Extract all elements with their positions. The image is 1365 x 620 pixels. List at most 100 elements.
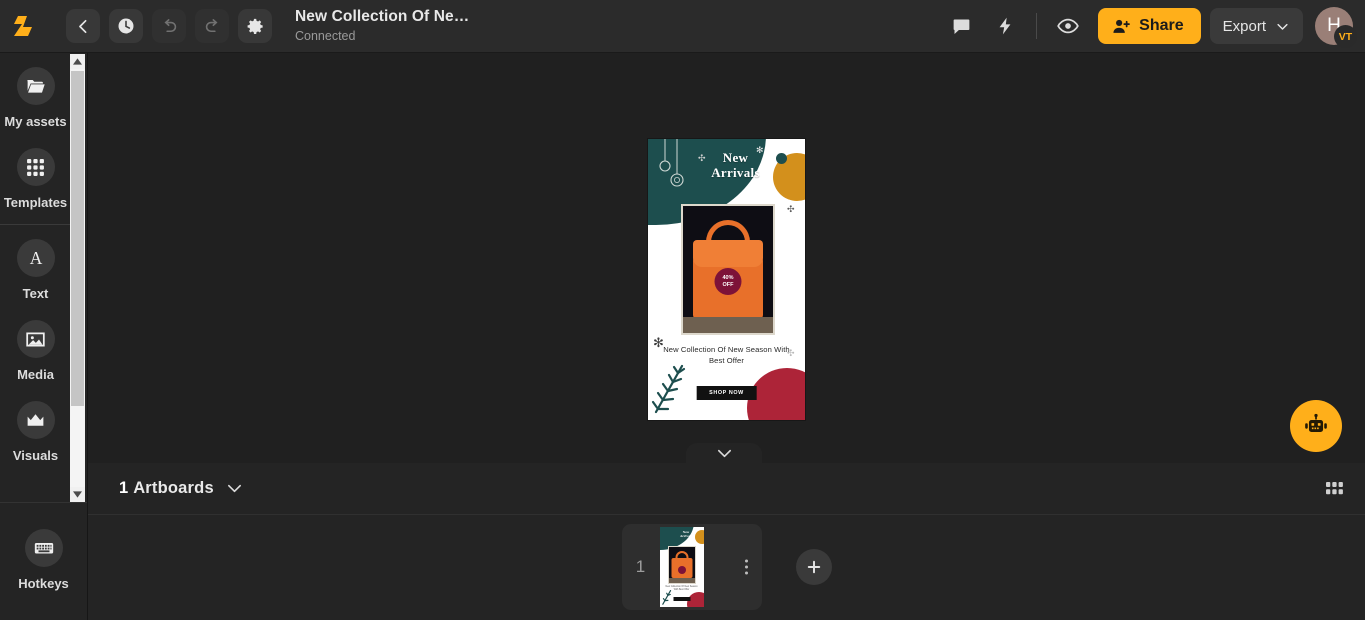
- app-logo[interactable]: [0, 0, 46, 53]
- artboard-number: 1: [635, 557, 646, 576]
- app-root: New Collection Of Ne… Connected Share Ex…: [0, 0, 1365, 620]
- add-artboard-button[interactable]: [795, 549, 832, 585]
- discount-off: OFF: [722, 281, 734, 288]
- export-label: Export: [1222, 17, 1266, 35]
- comment-icon: [953, 19, 970, 34]
- redo-button[interactable]: [195, 9, 229, 43]
- svg-text:A: A: [29, 248, 42, 268]
- chevron-down-icon: [717, 449, 731, 458]
- toolbar-divider: [1036, 13, 1038, 39]
- preview-button[interactable]: [1050, 8, 1086, 44]
- snowflake-icon-3: ✣: [787, 204, 795, 214]
- grid-icon: [16, 148, 55, 186]
- sidebar-label-my-assets: My assets: [4, 114, 67, 129]
- crown-icon: [16, 401, 55, 439]
- eye-icon: [1057, 18, 1079, 34]
- chevron-down-icon: [1277, 23, 1288, 30]
- sidebar-item-hotkeys[interactable]: Hotkeys: [8, 529, 79, 596]
- thumb-discount-badge: [677, 566, 686, 574]
- thumb-photo-floor: [668, 578, 695, 583]
- artboard-product-photo: 40% OFF: [681, 204, 775, 335]
- add-user-icon: [1113, 19, 1131, 33]
- artboards-count: 1 Artboards: [119, 479, 214, 498]
- history-button[interactable]: [109, 9, 143, 43]
- robot-icon: [1305, 413, 1327, 432]
- sidebar-items: My assets Templates A Text Media Visuals: [0, 53, 71, 468]
- design-canvas[interactable]: ✣ ✻ ✣ ✻ ✣ ✣ New Arrivals 40% OFF New Col…: [88, 53, 1365, 464]
- undo-icon: [164, 18, 176, 32]
- artboards-expand-button[interactable]: [226, 483, 243, 494]
- top-toolbar: New Collection Of Ne… Connected Share Ex…: [0, 0, 1365, 53]
- gear-icon: [247, 18, 263, 34]
- settings-button[interactable]: [238, 9, 272, 43]
- scrollbar-thumb[interactable]: [71, 71, 84, 406]
- sidebar-item-visuals[interactable]: Visuals: [0, 387, 71, 468]
- back-button[interactable]: [66, 9, 100, 43]
- artboards-header: 1 Artboards: [88, 463, 1365, 515]
- sidebar-scrollbar[interactable]: [70, 54, 85, 502]
- dot-3: [744, 571, 748, 575]
- share-button[interactable]: Share: [1098, 8, 1201, 44]
- avatar-badge: VT: [1334, 25, 1357, 48]
- lightning-icon: [999, 17, 1011, 35]
- panel-collapse-handle[interactable]: [686, 443, 762, 464]
- chevron-left-icon: [78, 19, 86, 33]
- sidebar-scroll-area: My assets Templates A Text Media Visuals: [0, 53, 87, 503]
- sidebar-label-media: Media: [17, 367, 54, 382]
- comments-button[interactable]: [943, 8, 979, 44]
- scroll-down-arrow[interactable]: [70, 487, 85, 502]
- plus-icon: [807, 560, 820, 574]
- thumb-product-photo: [667, 546, 696, 584]
- sidebar-item-text[interactable]: A Text: [0, 225, 71, 306]
- ai-assistant-button[interactable]: [1290, 400, 1342, 452]
- artboard-thumbnail[interactable]: New Arrivals New Collection Of New Seaso…: [659, 527, 704, 607]
- grid-view-button[interactable]: [1326, 482, 1343, 495]
- share-label: Share: [1139, 17, 1184, 34]
- clock-icon: [118, 18, 134, 34]
- text-a-icon: A: [16, 239, 55, 277]
- export-button[interactable]: Export: [1209, 8, 1303, 44]
- sidebar-item-templates[interactable]: Templates: [0, 134, 71, 215]
- topbar-actions: Share Export H VT: [939, 0, 1365, 53]
- artboard-heading-line-1: New: [722, 150, 749, 165]
- thumb-pine-branch: [661, 590, 671, 605]
- undo-button[interactable]: [152, 9, 186, 43]
- sidebar-label-templates: Templates: [3, 195, 68, 210]
- grid-icon: [1326, 482, 1343, 495]
- sidebar-bottom-section: Hotkeys: [0, 503, 87, 620]
- bag-flap: [693, 240, 763, 267]
- sidebar-item-my-assets[interactable]: My assets: [0, 53, 71, 134]
- connection-status: Connected: [295, 29, 356, 44]
- artboard-thumbnail-card[interactable]: 1 New Arrivals New Collection Of New Sea…: [621, 524, 762, 610]
- scroll-up-arrow[interactable]: [70, 54, 85, 69]
- folder-icon: [16, 67, 55, 105]
- redo-icon: [205, 18, 217, 32]
- artboard-heading: New Arrivals: [648, 150, 805, 181]
- artboard-preview[interactable]: ✣ ✻ ✣ ✻ ✣ ✣ New Arrivals 40% OFF New Col…: [647, 138, 806, 421]
- document-info: New Collection Of Ne… Connected: [295, 7, 469, 45]
- user-avatar[interactable]: H VT: [1315, 7, 1357, 48]
- photo-floor: [683, 317, 773, 333]
- page-title[interactable]: New Collection Of Ne…: [295, 7, 469, 26]
- artboards-panel: 1 Artboards 1 New Arrivals New Collectio…: [88, 463, 1365, 620]
- artboards-count-label: Artboards: [133, 479, 214, 497]
- left-sidebar: My assets Templates A Text Media Visuals…: [0, 53, 88, 620]
- discount-badge: 40% OFF: [714, 268, 742, 295]
- thumb-cta-button: [673, 597, 690, 601]
- discount-percent: 40%: [722, 274, 734, 281]
- thumb-heading: New Arrivals: [672, 530, 701, 538]
- keyboard-icon: [24, 529, 63, 567]
- dot-1: [744, 559, 748, 563]
- artboards-count-number: 1: [119, 479, 129, 497]
- artboard-options-button[interactable]: [744, 559, 748, 575]
- sidebar-item-media[interactable]: Media: [0, 306, 71, 387]
- sidebar-label-text: Text: [22, 286, 49, 301]
- artboards-strip: 1 New Arrivals New Collection Of New Sea…: [88, 515, 1365, 619]
- image-icon: [16, 320, 55, 358]
- artboard-cta-button: SHOP NOW: [696, 386, 757, 400]
- artboard-heading-line-2: Arrivals: [711, 164, 760, 180]
- sidebar-label-hotkeys: Hotkeys: [18, 576, 69, 591]
- chevron-down-icon: [227, 484, 241, 493]
- sidebar-label-visuals: Visuals: [12, 448, 59, 463]
- quick-actions-button[interactable]: [987, 8, 1023, 44]
